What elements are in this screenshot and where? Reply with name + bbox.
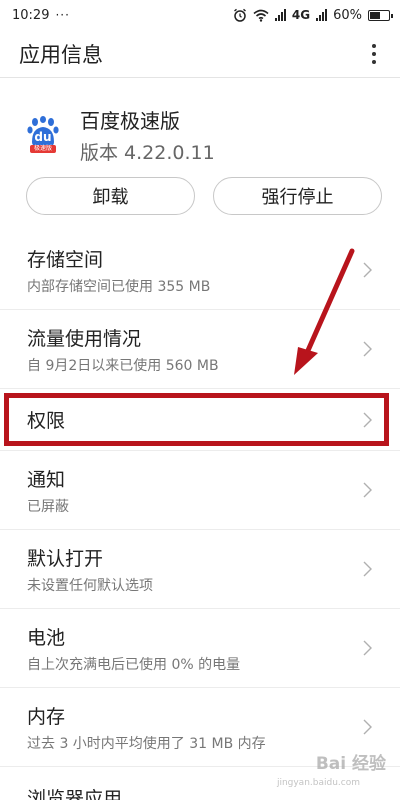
list-item-data-usage[interactable]: 流量使用情况 自 9月2日以来已使用 560 MB [0, 310, 400, 389]
list-item-notifications[interactable]: 通知 已屏蔽 [0, 451, 400, 530]
uninstall-button[interactable]: 卸载 [26, 177, 195, 215]
battery-icon [368, 9, 393, 21]
list-item-battery[interactable]: 电池 自上次充满电后已使用 0% 的电量 [0, 609, 400, 688]
list-item-subtitle: 未设置任何默认选项 [27, 577, 153, 594]
signal-icon [316, 9, 328, 21]
signal-icon [274, 9, 286, 21]
list-item-title: 内存 [27, 705, 66, 728]
icon-text: du [34, 130, 52, 144]
list-item-title: 存储空间 [27, 248, 104, 271]
baidu-app-icon: du 极速版 [26, 116, 60, 154]
list-item-title: 流量使用情况 [27, 327, 142, 350]
watermark-sub: jingyan.baidu.com [276, 778, 360, 788]
status-time: 10:29 [12, 7, 50, 23]
chevron-right-icon [363, 561, 372, 577]
list-item-open-by-default[interactable]: 默认打开 未设置任何默认选项 [0, 530, 400, 609]
chevron-right-icon [363, 412, 372, 427]
alarm-icon [233, 8, 246, 22]
settings-list: 存储空间 内部存储空间已使用 355 MB 流量使用情况 自 9月2日以来已使用… [0, 231, 400, 800]
force-stop-button[interactable]: 强行停止 [213, 177, 382, 215]
list-item-subtitle: 自上次充满电后已使用 0% 的电量 [27, 656, 241, 673]
status-bar: 10:29 ··· 4G 60% [0, 0, 400, 30]
network-type: 4G [291, 8, 311, 22]
page-title: 应用信息 [19, 42, 103, 67]
app-bar: 应用信息 [0, 30, 400, 78]
list-item-subtitle: 自 9月2日以来已使用 560 MB [27, 357, 219, 374]
watermark: Bai 经验 [316, 749, 386, 774]
app-header: du 极速版 百度极速版 版本 4.22.0.11 [0, 78, 400, 176]
chevron-right-icon [363, 719, 372, 735]
app-version: 版本 4.22.0.11 [80, 142, 215, 164]
list-item-title: 通知 [27, 468, 66, 491]
list-item-title: 默认打开 [27, 547, 104, 570]
list-item-subtitle: 内部存储空间已使用 355 MB [27, 278, 211, 295]
chevron-right-icon [363, 482, 372, 498]
icon-badge: 极速版 [33, 145, 52, 152]
action-buttons: 卸载 强行停止 [0, 177, 400, 215]
list-item-subtitle: 已屏蔽 [27, 498, 69, 515]
watermark-text: Bai 经验 [315, 754, 386, 774]
chevron-right-icon [363, 341, 372, 357]
list-item-title: 浏览器应用 [27, 788, 123, 800]
list-item-permissions[interactable]: 权限 [0, 389, 400, 451]
list-item-storage[interactable]: 存储空间 内部存储空间已使用 355 MB [0, 231, 400, 310]
list-item-title: 电池 [27, 626, 66, 649]
battery-percent: 60% [333, 7, 362, 23]
wifi-icon [253, 9, 269, 22]
more-vert-icon[interactable] [364, 43, 384, 64]
app-name: 百度极速版 [80, 109, 180, 133]
notification-dots: ··· [55, 8, 70, 22]
list-item-subtitle: 过去 3 小时内平均使用了 31 MB 内存 [27, 735, 266, 752]
chevron-right-icon [363, 640, 372, 656]
list-item-title: 权限 [27, 410, 66, 432]
chevron-right-icon [363, 262, 372, 278]
